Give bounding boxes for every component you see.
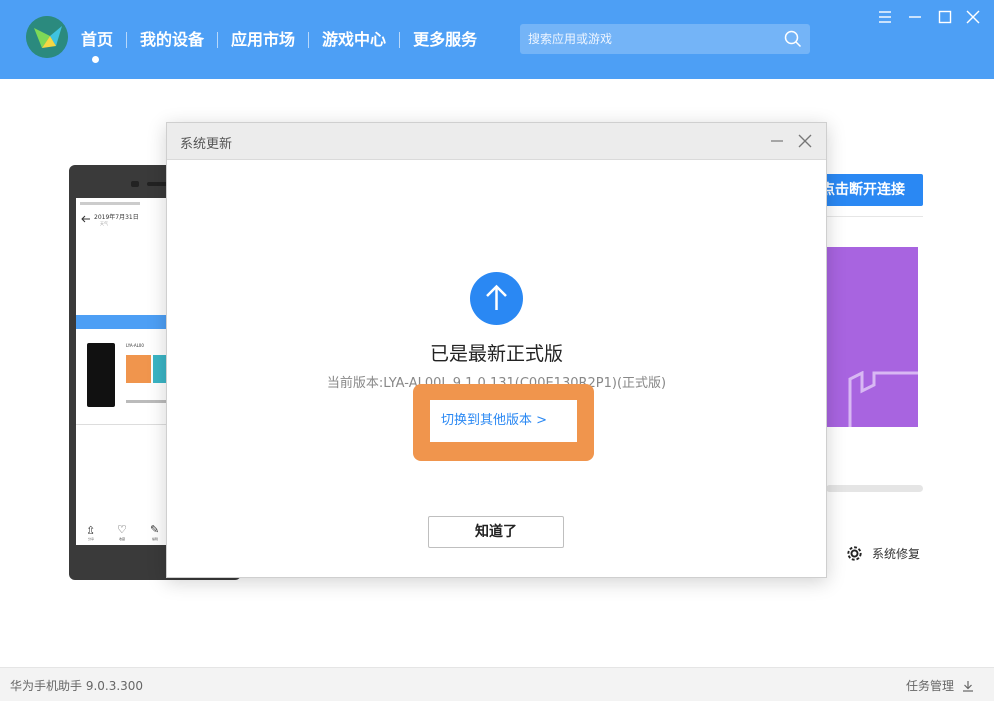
search-icon[interactable] xyxy=(784,30,802,48)
storage-progress xyxy=(826,485,923,492)
nav-item-home[interactable]: 首页 xyxy=(81,28,126,63)
divider xyxy=(826,216,923,217)
menu-icon[interactable] xyxy=(876,8,894,26)
search-box xyxy=(520,24,810,54)
system-repair-label: 系统修复 xyxy=(872,546,921,561)
edit-icon: ✎ xyxy=(150,523,160,536)
status-bar xyxy=(80,202,140,205)
minimize-icon[interactable] xyxy=(906,8,924,26)
nav-item-my-devices[interactable]: 我的设备 xyxy=(127,28,217,52)
dialog-title: 系统更新 xyxy=(180,137,233,152)
nav-item-label: 应用市场 xyxy=(231,30,296,49)
dialog-minimize-icon[interactable] xyxy=(770,134,784,148)
system-repair-button[interactable]: 系统修复 xyxy=(845,543,920,563)
gear-icon xyxy=(847,545,862,561)
system-update-dialog: 系统更新 已是最新正式版 当前版本:LYA-AL00L 9.1.0.131(C0… xyxy=(166,122,827,578)
task-manager-label: 任务管理 xyxy=(905,679,954,693)
share-icon: ⇫ xyxy=(86,524,96,537)
phone-camera xyxy=(131,181,139,187)
nav-item-label: 游戏中心 xyxy=(322,30,387,49)
nav-item-label: 我的设备 xyxy=(140,30,205,49)
nav-item-more-services[interactable]: 更多服务 xyxy=(400,28,490,52)
promo-card[interactable] xyxy=(826,247,918,427)
mini-line xyxy=(126,400,166,403)
nav-item-game-center[interactable]: 游戏中心 xyxy=(309,28,399,52)
folder-graphic-icon xyxy=(848,371,918,427)
bottom-label: 编辑 xyxy=(152,537,159,541)
bottom-label: 收藏 xyxy=(119,537,126,541)
nav-item-label: 更多服务 xyxy=(413,30,478,49)
close-icon[interactable] xyxy=(964,8,982,26)
back-arrow-icon xyxy=(81,215,90,223)
dialog-close-icon[interactable] xyxy=(797,133,813,149)
app-logo-icon xyxy=(26,16,68,58)
task-manager-button[interactable]: 任务管理 xyxy=(906,677,974,694)
ok-button[interactable]: 知道了 xyxy=(428,516,564,548)
heart-icon: ♡ xyxy=(117,523,127,536)
mini-card-orange xyxy=(126,355,151,383)
update-status-title: 已是最新正式版 xyxy=(429,343,563,365)
dialog-header: 系统更新 xyxy=(167,123,826,160)
app-version: 华为手机助手 9.0.3.300 xyxy=(10,679,144,693)
mini-phone xyxy=(87,343,115,407)
nav-item-app-market[interactable]: 应用市场 xyxy=(218,28,308,52)
phone-date: 2019年7月31日 xyxy=(94,214,139,221)
mini-model: LYA-AL00 xyxy=(126,343,144,348)
upgrade-arrow-icon xyxy=(470,272,523,325)
search-input[interactable] xyxy=(528,29,778,49)
main-nav: 首页 我的设备 应用市场 游戏中心 更多服务 xyxy=(81,28,490,63)
app-header: 首页 我的设备 应用市场 游戏中心 更多服务 xyxy=(0,0,994,79)
nav-active-indicator xyxy=(92,56,99,63)
phone-sub: 天气 xyxy=(100,221,108,226)
status-footer: 华为手机助手 9.0.3.300 任务管理 xyxy=(0,667,994,701)
bottom-label: 分享 xyxy=(88,537,95,541)
switch-version-link[interactable]: 切换到其他版本 > xyxy=(430,400,577,442)
maximize-icon[interactable] xyxy=(936,8,954,26)
nav-item-label: 首页 xyxy=(81,30,114,49)
download-icon xyxy=(963,680,973,692)
